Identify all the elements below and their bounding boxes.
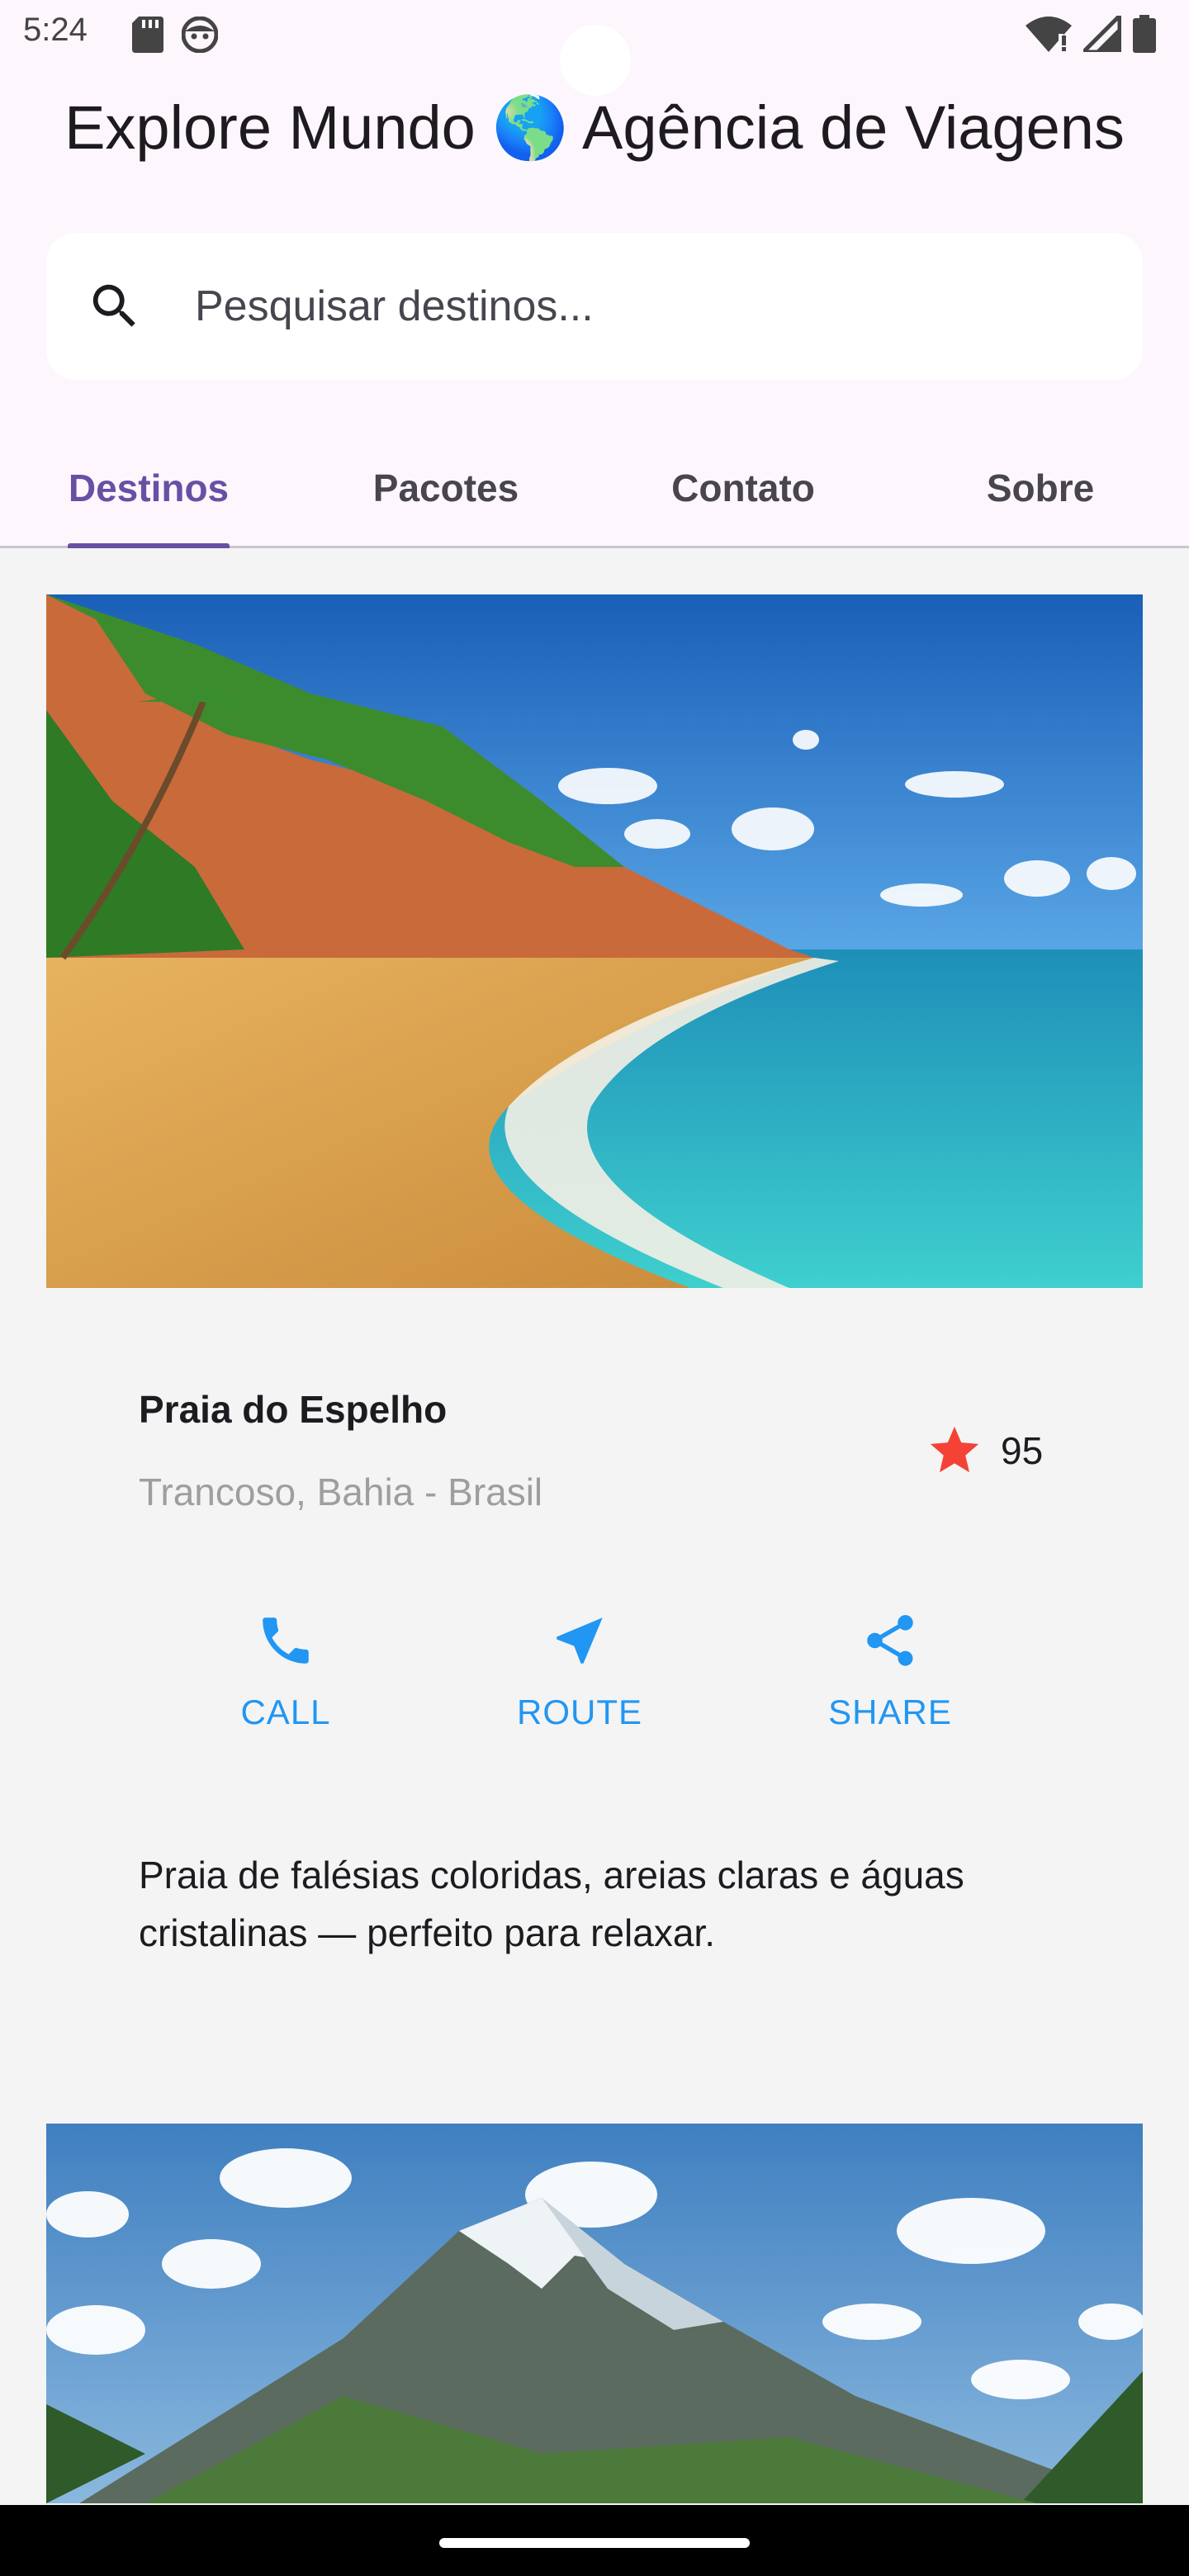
wifi-icon [1026,17,1072,52]
call-button[interactable]: CALL [220,1610,352,1732]
route-label: ROUTE [517,1693,642,1731]
tab-bar: Destinos Pacotes Contato Sobre [0,429,1189,548]
rating[interactable]: 95 [925,1422,1043,1480]
share-label: SHARE [828,1693,952,1731]
system-navigation-bar [0,2505,1189,2576]
tab-label: Destinos [68,466,230,509]
destination-description: Praia de falésias coloridas, areias clar… [139,1854,964,1954]
signal-icon [1083,16,1121,52]
status-time: 5:24 [23,12,88,48]
page-title: Explore Mundo 🌎 Agência de Viagens [64,93,1125,162]
tab-pacotes[interactable]: Pacotes [297,429,594,546]
destination-image-beach [46,594,1143,1288]
search-input[interactable] [195,233,1103,380]
face-icon [182,17,218,53]
rating-value: 95 [1001,1429,1044,1472]
route-button[interactable]: ROUTE [514,1610,646,1732]
battery-icon [1133,15,1156,53]
home-handle[interactable] [439,2538,750,2548]
destination-image-mountain [46,2124,1143,2503]
tab-destinos[interactable]: Destinos [0,429,297,548]
share-button[interactable]: SHARE [824,1610,956,1732]
share-icon [867,1615,913,1666]
search-icon [92,284,135,327]
tab-indicator [68,543,230,548]
destination-name: Praia do Espelho [139,1388,448,1431]
camera-cutout [560,25,631,96]
app-bar: 5:24 Explore Mundo 🌎 Agência de Viagens … [0,0,1189,548]
search-bar[interactable] [46,233,1143,380]
tab-label: Contato [671,466,815,509]
call-label: CALL [240,1693,331,1731]
sd-card-icon [132,17,163,53]
tab-label: Pacotes [372,466,519,509]
phone-icon [263,1617,309,1664]
tab-sobre[interactable]: Sobre [892,429,1189,546]
star-icon [930,1426,979,1473]
tab-contato[interactable]: Contato [594,429,892,546]
tab-label: Sobre [986,466,1095,509]
navigation-icon [557,1617,603,1664]
destination-location: Trancoso, Bahia - Brasil [139,1470,543,1513]
